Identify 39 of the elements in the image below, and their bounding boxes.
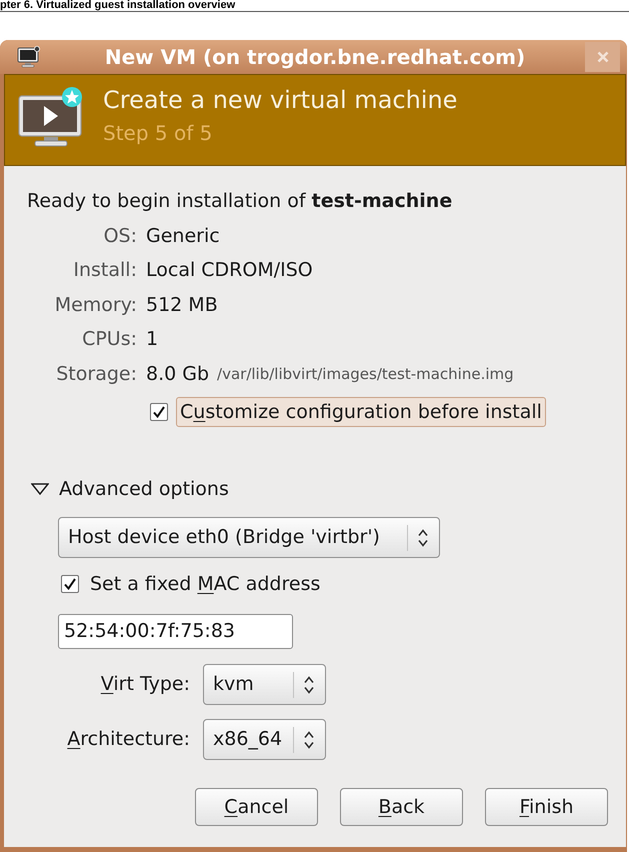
expander-label[interactable]: Advanced options: [59, 474, 229, 504]
dropdown[interactable]: Host device eth0 (Bridge 'virtbr'): [58, 517, 440, 558]
mac-address-field[interactable]: 52:54:00:7f:75:83: [58, 614, 293, 649]
dialog-button[interactable]: Cancel: [195, 788, 318, 826]
up-down-chevron-icon: [303, 730, 315, 750]
summary-value: Local CDROM/ISO: [146, 258, 313, 283]
summary-label: OS:: [102, 224, 137, 248]
summary-heading: Ready to begin installation of test-machine: [27, 189, 452, 214]
checkmark-icon: [64, 578, 76, 590]
dropdown[interactable]: x86_64: [203, 719, 326, 760]
monitor-play-icon: [18, 86, 84, 148]
up-down-chevron-icon: [303, 674, 315, 694]
step-indicator: Step 5 of 5: [103, 120, 214, 146]
page-header: pter 6. Virtualized guest installation overview: [0, 0, 236, 11]
monitor-icon: [17, 46, 41, 68]
window-title: New VM (on trogdor.bne.redhat.com): [104, 44, 526, 71]
summary-value: Generic: [146, 224, 220, 248]
summary-value: 1: [146, 327, 158, 352]
field-label: Virt Type:: [100, 672, 190, 698]
summary-value: 512 MB: [146, 292, 218, 318]
dropdown[interactable]: kvm: [203, 664, 326, 705]
summary-label: Memory:: [54, 292, 137, 318]
checkbox-label[interactable]: Customize configuration before install: [176, 397, 546, 427]
checkbox-label[interactable]: Set a fixed MAC address: [90, 570, 320, 598]
summary-value: 8.0 Gb: [146, 362, 210, 386]
storage-path: /var/lib/libvirt/images/test-machine.img: [217, 364, 514, 384]
triangle-down-icon[interactable]: [31, 483, 49, 495]
field-label: Architecture:: [66, 727, 190, 752]
up-down-chevron-icon: [417, 528, 429, 548]
checkbox[interactable]: [61, 575, 79, 593]
summary-label: CPUs:: [81, 327, 137, 352]
banner-title: Create a new virtual machine: [103, 85, 458, 115]
close-icon: [596, 51, 608, 63]
dialog-button[interactable]: Finish: [485, 788, 608, 826]
dialog-button[interactable]: Back: [340, 788, 463, 826]
checkbox[interactable]: [150, 403, 168, 421]
summary-label: Install:: [72, 258, 137, 283]
checkmark-icon: [153, 406, 165, 418]
summary-label: Storage:: [55, 362, 137, 386]
